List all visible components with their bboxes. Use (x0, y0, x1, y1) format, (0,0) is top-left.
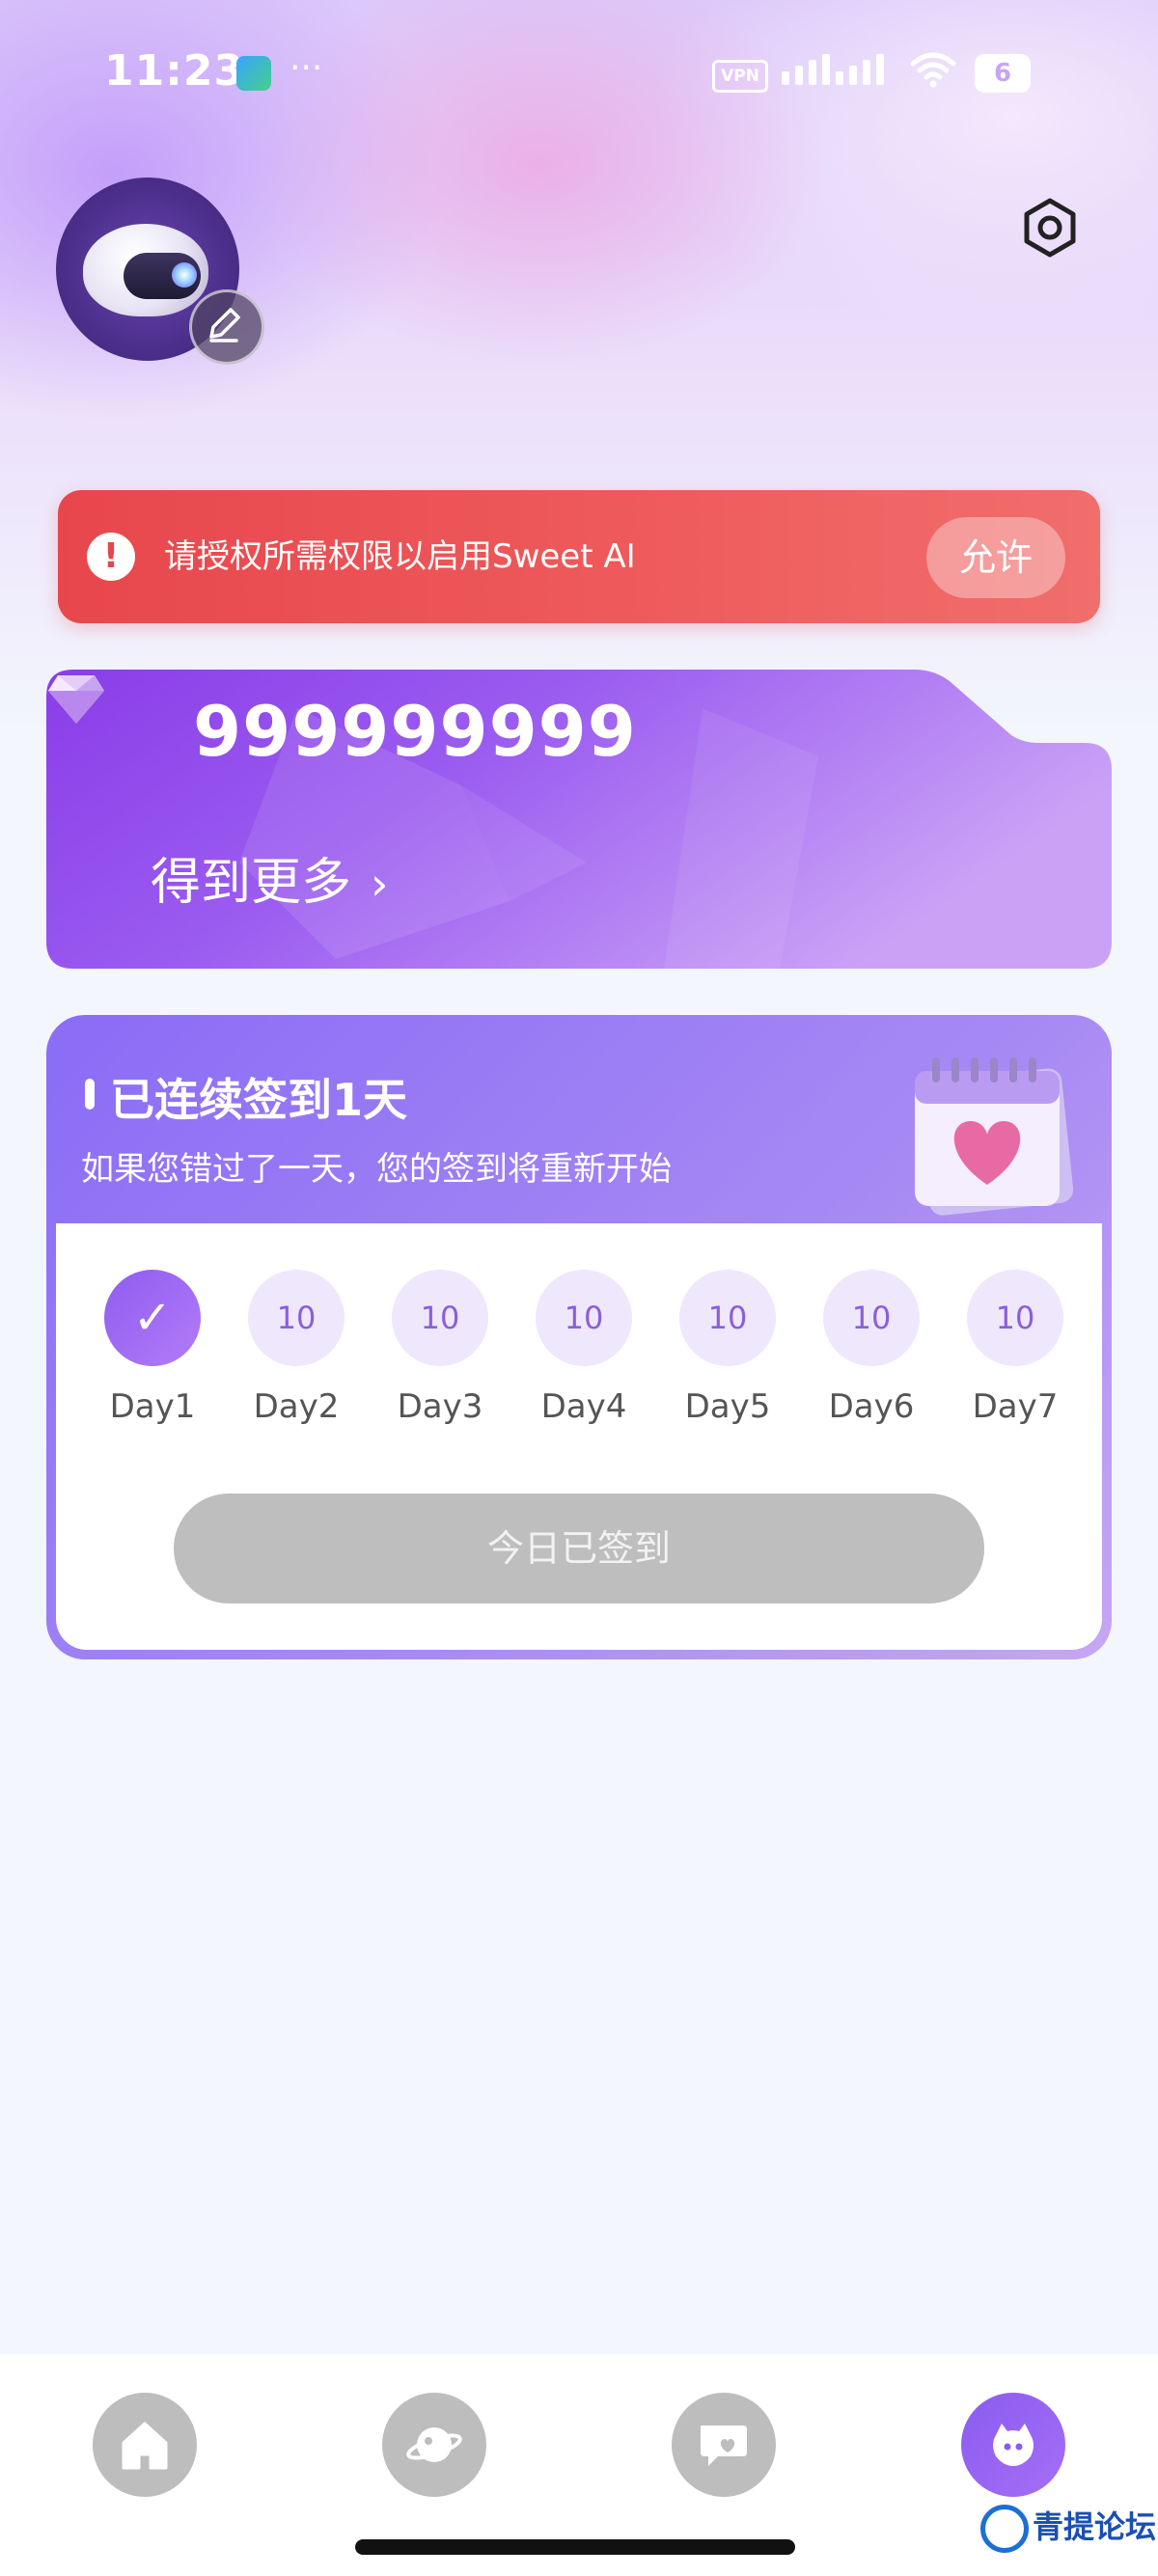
profile-face-icon (993, 2424, 1034, 2466)
watermark-logo-icon (980, 2505, 1029, 2553)
day-label: Day3 (397, 1387, 483, 1426)
watermark-text: 青提论坛 (1033, 2508, 1157, 2545)
gem-balance-card: 999999999 得到更多 › (46, 670, 1112, 969)
status-time: 11:23 (104, 46, 245, 96)
checkin-days-panel: ✓ Day1 10 Day2 10 Day3 10 Day4 10 Day5 1… (56, 1223, 1102, 1650)
nav-home[interactable] (93, 2393, 197, 2497)
settings-button[interactable] (1019, 197, 1081, 259)
day-reward: 10 (536, 1270, 632, 1366)
more-notifications-icon: ··· (290, 48, 323, 88)
permission-message: 请授权所需权限以启用Sweet AI (164, 537, 636, 576)
title-accent-bar (85, 1079, 95, 1110)
day-4: 10 Day4 (526, 1270, 642, 1426)
get-more-link[interactable]: 得到更多 › (151, 841, 388, 914)
checkin-card: 已连续签到1天 如果您错过了一天，您的签到将重新开始 ✓ Day1 10 Day… (46, 1015, 1112, 1659)
vpn-badge: VPN (712, 60, 768, 93)
checkin-subtitle: 如果您错过了一天，您的签到将重新开始 (81, 1150, 672, 1189)
permission-banner: ! 请授权所需权限以启用Sweet AI 允许 (58, 490, 1100, 623)
wifi-icon (909, 50, 957, 99)
get-more-label: 得到更多 (151, 854, 352, 912)
day-1: ✓ Day1 (95, 1270, 210, 1426)
app-notification-icon (236, 56, 271, 91)
signal-icon (782, 54, 890, 85)
allow-permission-button[interactable]: 允许 (926, 517, 1065, 598)
day-label: Day5 (684, 1387, 771, 1426)
day-3: 10 Day3 (382, 1270, 498, 1426)
checkin-streak-title: 已连续签到1天 (110, 1074, 408, 1126)
chevron-right-icon: › (371, 858, 389, 910)
checkin-header: 已连续签到1天 如果您错过了一天，您的签到将重新开始 (46, 1015, 1112, 1223)
day-2: 10 Day2 (238, 1270, 354, 1426)
day-6: 10 Day6 (813, 1270, 929, 1426)
battery-icon: 6 (975, 54, 1031, 93)
pencil-icon (209, 308, 240, 343)
robot-eye (172, 262, 197, 288)
gem-balance-value: 999999999 (193, 691, 637, 772)
chat-heart-icon (701, 2425, 747, 2466)
alert-icon: ! (87, 533, 135, 581)
calendar-heart-icon (915, 1057, 1074, 1216)
day-label: Day2 (253, 1387, 340, 1426)
day-reward: 10 (392, 1270, 488, 1366)
day-reward: 10 (823, 1270, 920, 1366)
day-label: Day7 (972, 1387, 1059, 1426)
checkin-button[interactable]: 今日已签到 (174, 1494, 984, 1603)
planet-icon (406, 2427, 462, 2462)
edit-avatar-button[interactable] (189, 289, 264, 365)
status-bar: 11:23 ··· VPN 6 (0, 0, 1158, 145)
day-reward: 10 (248, 1270, 345, 1366)
diamond-icon (48, 675, 104, 724)
day-label: Day1 (109, 1387, 196, 1426)
nav-profile[interactable] (961, 2393, 1065, 2497)
nav-chat[interactable] (672, 2393, 776, 2497)
day-7: 10 Day7 (957, 1270, 1073, 1426)
home-indicator[interactable] (355, 2539, 795, 2555)
gear-icon (1024, 198, 1076, 258)
nav-explore[interactable] (382, 2393, 486, 2497)
day-reward: 10 (679, 1270, 776, 1366)
home-icon (122, 2422, 168, 2470)
day-5: 10 Day5 (670, 1270, 786, 1426)
check-icon: ✓ (104, 1270, 201, 1366)
day-reward: 10 (967, 1270, 1063, 1366)
day-label: Day6 (828, 1387, 915, 1426)
watermark: 青提论坛 (980, 2503, 1156, 2553)
day-label: Day4 (540, 1387, 627, 1426)
